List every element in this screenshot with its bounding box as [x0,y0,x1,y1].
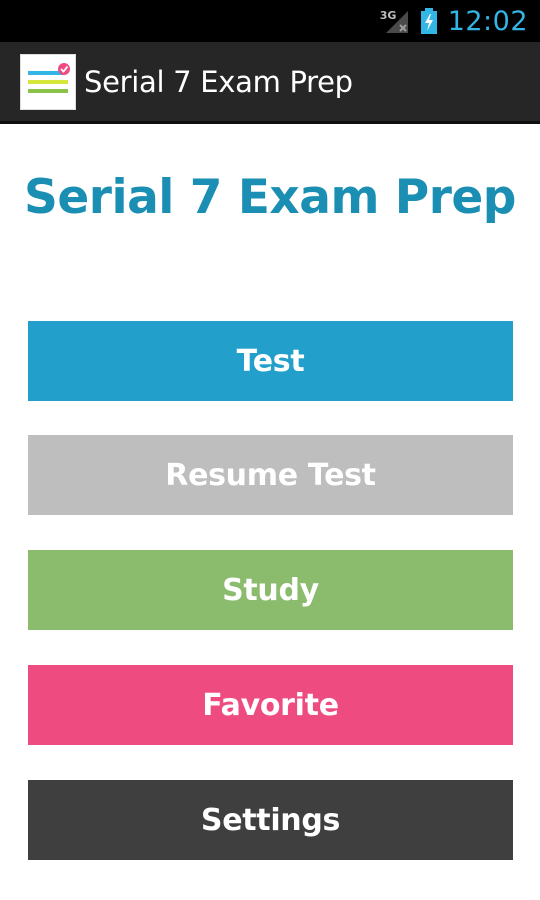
status-clock: 12:02 [447,5,528,37]
action-bar: Serial 7 Exam Prep [0,42,540,124]
study-button[interactable]: Study [28,550,513,630]
cell-signal-icon: 3G [380,7,410,35]
checklist-app-icon[interactable] [20,53,76,110]
page-title: Serial 7 Exam Prep [24,170,516,225]
battery-charging-icon [420,7,438,35]
favorite-button[interactable]: Favorite [28,665,513,745]
test-button[interactable]: Test [28,321,513,401]
resume-test-button[interactable]: Resume Test [28,435,513,515]
settings-button[interactable]: Settings [28,780,513,860]
status-bar: 3G 12:02 [0,0,540,42]
action-bar-title: Serial 7 Exam Prep [84,64,353,99]
